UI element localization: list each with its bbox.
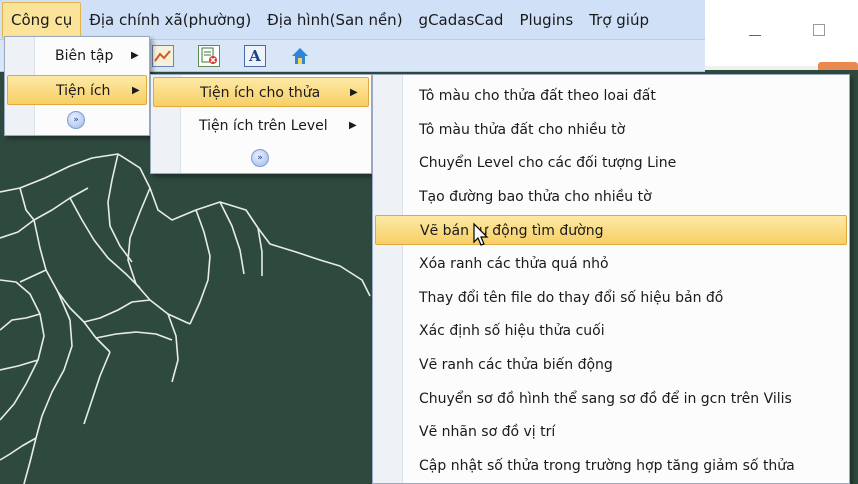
text-icon[interactable]: A (244, 45, 266, 67)
menu-item-thay-doi-ten-file[interactable]: Thay đổi tên file do thay đổi số hiệu bả… (375, 283, 847, 313)
menu-tro-giup[interactable]: Trợ giúp (581, 2, 657, 38)
menu-item-to-mau-nhieu-to[interactable]: Tô màu thửa đất cho nhiều tờ (375, 115, 847, 145)
menu-plugins[interactable]: Plugins (511, 2, 581, 38)
menu-cong-cu[interactable]: Công cụ (2, 1, 82, 38)
expand-menu-icon[interactable]: » (67, 111, 85, 129)
menu-item-tien-ich-cho-thua[interactable]: Tiện ích cho thửa ▶ (153, 77, 369, 107)
menu-item-bien-tap[interactable]: Biên tập ▶ (7, 41, 147, 71)
expand-menu-icon[interactable]: » (251, 149, 269, 167)
house-icon[interactable] (289, 45, 311, 67)
menu-item-label: Biên tập (55, 48, 114, 64)
menu-dia-chinh[interactable]: Địa chính xã(phường) (81, 2, 259, 38)
background-window-titlebar (700, 0, 858, 66)
submenu-arrow-icon: ▶ (349, 120, 357, 131)
cong-cu-menu: Biên tập ▶ Tiện ích ▶ » (4, 36, 150, 136)
submenu-arrow-icon: ▶ (132, 85, 140, 96)
menu-item-label: Tiện ích (56, 83, 111, 99)
menu-item-tao-duong-bao[interactable]: Tạo đường bao thửa cho nhiều tờ (375, 182, 847, 212)
menu-item-ve-ban-tu-dong[interactable]: Vẽ bán tự động tìm đường (375, 215, 847, 245)
menu-item-label: Xác định số hiệu thửa cuối (419, 323, 605, 339)
menu-item-label: Vẽ nhãn sơ đồ vị trí (419, 424, 556, 440)
menu-item-label: Tô màu thửa đất cho nhiều tờ (419, 122, 626, 138)
menu-item-label: Vẽ ranh các thửa biến động (419, 357, 613, 373)
minimize-icon[interactable] (749, 30, 761, 36)
menu-dia-hinh[interactable]: Địa hình(San nền) (259, 2, 410, 38)
menu-item-label: Tô màu cho thửa đất theo loai đất (419, 88, 656, 104)
menu-item-label: Chuyển sơ đồ hình thể sang sơ đồ để in g… (419, 391, 792, 407)
submenu-arrow-icon: ▶ (350, 87, 358, 98)
menu-item-chuyen-so-do[interactable]: Chuyển sơ đồ hình thể sang sơ đồ để in g… (375, 384, 847, 414)
menu-item-label: Tiện ích trên Level (199, 118, 328, 134)
tien-ich-cho-thua-submenu: Tô màu cho thửa đất theo loai đất Tô màu… (372, 74, 850, 484)
mouse-cursor-icon (473, 222, 489, 246)
chart-icon[interactable] (152, 45, 174, 67)
menu-item-label: Xóa ranh các thửa quá nhỏ (419, 256, 609, 272)
menu-item-tien-ich-tren-level[interactable]: Tiện ích trên Level ▶ (153, 111, 369, 141)
menu-item-label: Vẽ bán tự động tìm đường (420, 223, 604, 239)
menu-item-chuyen-level-line[interactable]: Chuyển Level cho các đối tượng Line (375, 148, 847, 178)
tien-ich-submenu: Tiện ích cho thửa ▶ Tiện ích trên Level … (150, 74, 372, 174)
menu-item-xac-dinh-so-hieu[interactable]: Xác định số hiệu thửa cuối (375, 316, 847, 346)
menu-item-tien-ich[interactable]: Tiện ích ▶ (7, 75, 147, 105)
menu-item-ve-ranh-bien-dong[interactable]: Vẽ ranh các thửa biến động (375, 350, 847, 380)
menu-item-xoa-ranh[interactable]: Xóa ranh các thửa quá nhỏ (375, 249, 847, 279)
menu-gcadascad[interactable]: gCadasCad (411, 2, 512, 38)
menu-item-cap-nhat-so-thua[interactable]: Cập nhật số thửa trong trường hợp tăng g… (375, 451, 847, 481)
menu-item-label: Tạo đường bao thửa cho nhiều tờ (419, 189, 652, 205)
submenu-arrow-icon: ▶ (131, 50, 139, 61)
menu-item-label: Tiện ích cho thửa (200, 85, 321, 101)
main-menubar: Công cụ Địa chính xã(phường) Địa hình(Sa… (0, 0, 705, 40)
excel-delete-icon[interactable] (198, 45, 220, 67)
menu-item-label: Chuyển Level cho các đối tượng Line (419, 155, 677, 171)
menu-item-to-mau-loai-dat[interactable]: Tô màu cho thửa đất theo loai đất (375, 81, 847, 111)
menu-item-label: Thay đổi tên file do thay đổi số hiệu bả… (419, 290, 724, 306)
maximize-icon[interactable] (813, 24, 825, 36)
menu-item-ve-nhan-so-do[interactable]: Vẽ nhãn sơ đồ vị trí (375, 417, 847, 447)
menu-item-label: Cập nhật số thửa trong trường hợp tăng g… (419, 458, 795, 474)
